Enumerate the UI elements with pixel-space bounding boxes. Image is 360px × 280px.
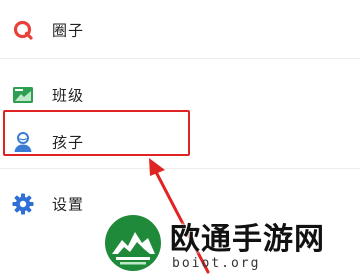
circle-community-icon [13,20,33,40]
side-menu: 圈子 班级 孩子 设置 [0,0,360,280]
menu-item-label: 班级 [52,86,85,105]
gear-icon [12,193,34,215]
menu-item-child[interactable]: 孩子 [0,119,360,165]
divider [0,168,360,169]
class-board-icon [13,87,33,103]
menu-item-label: 设置 [52,195,85,214]
menu-item-settings[interactable]: 设置 [0,181,360,227]
menu-item-label: 孩子 [52,133,85,152]
menu-item-circle[interactable]: 圈子 [0,7,360,53]
divider [0,58,360,59]
menu-item-class[interactable]: 班级 [0,72,360,118]
menu-item-label: 圈子 [52,21,85,40]
child-user-icon [14,132,32,152]
